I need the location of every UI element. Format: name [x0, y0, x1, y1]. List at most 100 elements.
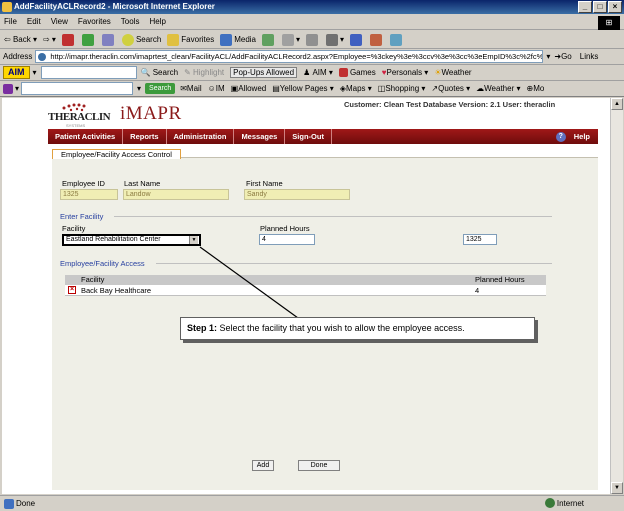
more-label: Mo — [533, 84, 545, 93]
nav-administration[interactable]: Administration — [167, 129, 235, 144]
menu-edit[interactable]: Edit — [27, 17, 41, 26]
vertical-scrollbar[interactable]: ▲ ▼ — [610, 98, 623, 494]
more-button[interactable]: ⊕ Mo — [526, 84, 544, 93]
allowed-label: Allowed — [238, 84, 267, 93]
mail-button[interactable]: ▾ — [282, 33, 300, 46]
page-icon — [4, 498, 14, 509]
yellow-pages-button[interactable]: ▤ Yellow Pages ▾ — [272, 84, 334, 93]
globe-icon — [544, 498, 555, 508]
nav-sign-out[interactable]: Sign-Out — [285, 129, 332, 144]
favorites-label: Favorites — [181, 35, 215, 44]
theraclin-logo: THERACLIN SYSTEMS iMAPR — [48, 101, 208, 128]
stop-button[interactable] — [61, 33, 76, 46]
aim-logo[interactable]: AIM — [3, 66, 30, 79]
aim-weather-button[interactable]: ☀ Weather — [434, 68, 471, 77]
status-bar: Done Internet — [0, 495, 624, 511]
aim-menu-button[interactable]: ♟ AIM ▾ — [303, 68, 333, 77]
done-button[interactable]: Done — [298, 460, 340, 471]
forward-button[interactable]: ⇨ ▾ — [43, 35, 56, 44]
maps-label: Maps — [345, 84, 366, 93]
help-link[interactable]: ? Help — [555, 131, 598, 142]
yahoo-weather-button[interactable]: ☁ Weather ▾ — [476, 84, 520, 93]
discuss-button[interactable] — [350, 33, 364, 46]
employee-id-field: 1325 — [60, 189, 118, 200]
shopping-button[interactable]: ◫ Shopping ▾ — [378, 84, 426, 93]
tab-employee-facility-access[interactable]: Employee/Facility Access Control — [52, 149, 181, 159]
minimize-button[interactable]: _ — [578, 1, 592, 13]
first-name-label: First Name — [246, 179, 283, 188]
popups-allowed-button[interactable]: Pop-Ups Allowed — [230, 67, 298, 78]
edit-button[interactable]: ▾ — [326, 33, 344, 46]
maps-button[interactable]: ◈ Maps ▾ — [340, 84, 372, 93]
main-nav: Patient Activities Reports Administratio… — [48, 129, 598, 144]
media-button[interactable]: Media — [220, 33, 256, 46]
access-section-title: Employee/Facility Access — [60, 259, 145, 268]
favorites-button[interactable]: Favorites — [167, 33, 215, 46]
col-planned-hours: Planned Hours — [475, 275, 525, 284]
planned-hours-input[interactable]: 4 — [259, 234, 315, 245]
address-bar: Address http://imapr.theraclin.com/imapr… — [0, 49, 624, 65]
go-button[interactable]: ➜Go — [554, 52, 571, 61]
col-facility: Facility — [81, 275, 105, 284]
links-button[interactable]: Links — [580, 52, 599, 61]
menu-file[interactable]: File — [4, 17, 17, 26]
employee-id-label: Employee ID — [62, 179, 105, 188]
highlight-button[interactable]: ✎ Highlight — [184, 68, 224, 77]
aim-search-button[interactable]: 🔍 Search — [141, 68, 179, 77]
popup-allowed-button[interactable]: ▣ Allowed — [231, 84, 267, 93]
back-label: Back — [12, 35, 31, 44]
table-row: × Back Bay Healthcare 4 — [65, 285, 546, 296]
close-button[interactable]: × — [608, 1, 622, 13]
employee-id-hidden-field[interactable]: 1325 — [463, 234, 497, 245]
address-dropdown-icon[interactable]: ▾ — [546, 52, 550, 61]
menu-tools[interactable]: Tools — [121, 17, 140, 26]
yahoo-dropdown-icon[interactable]: ▾ — [15, 84, 19, 93]
back-arrow-icon: ⇦ — [4, 35, 11, 44]
research-button[interactable] — [370, 33, 384, 46]
maximize-button[interactable]: □ — [593, 1, 607, 13]
games-button[interactable]: Games — [338, 68, 376, 77]
status-text: Done — [16, 499, 36, 508]
aim-label: AIM — [312, 68, 327, 77]
history-icon — [262, 33, 274, 46]
edit-icon — [326, 33, 339, 46]
refresh-button[interactable] — [81, 33, 96, 46]
yahoo-mail-button[interactable]: ✉ Mail — [180, 84, 201, 93]
yahoo-icon[interactable] — [3, 83, 13, 94]
menu-view[interactable]: View — [51, 17, 68, 26]
back-button[interactable]: ⇦ Back ▾ — [4, 35, 37, 44]
popups-label: Pop-Ups Allowed — [233, 68, 295, 77]
chevron-down-icon[interactable]: ▼ — [189, 236, 198, 244]
aim-toolbar: AIM ▾ 🔍 Search ✎ Highlight Pop-Ups Allow… — [0, 65, 624, 81]
row-facility: Back Bay Healthcare — [81, 286, 152, 295]
address-input[interactable]: http://imapr.theraclin.com/imaprtest_cle… — [35, 50, 544, 63]
quotes-button[interactable]: ↗ Quotes ▾ — [431, 84, 470, 93]
print-button[interactable] — [306, 33, 320, 46]
facility-select[interactable]: Eastland Rehabilitation Center ▼ — [62, 234, 201, 246]
nav-messages[interactable]: Messages — [234, 129, 286, 144]
yahoo-search-input[interactable] — [21, 82, 134, 95]
yahoo-search-dropdown-icon[interactable]: ▾ — [137, 84, 141, 93]
personals-button[interactable]: ♥ Personals ▾ — [382, 68, 429, 77]
security-zone: Internet — [544, 498, 584, 508]
yahoo-im-button[interactable]: ☺ IM — [208, 84, 225, 93]
menu-help[interactable]: Help — [149, 17, 165, 26]
go-label: Go — [561, 52, 572, 61]
yahoo-search-button[interactable]: Search — [145, 83, 176, 94]
nav-patient-activities[interactable]: Patient Activities — [48, 129, 124, 144]
nav-reports[interactable]: Reports — [123, 129, 167, 144]
scroll-down-icon[interactable]: ▼ — [611, 482, 623, 494]
aim-dropdown-icon[interactable]: ▾ — [33, 68, 37, 77]
delete-icon[interactable]: × — [68, 286, 76, 294]
enter-facility-title: Enter Facility — [60, 212, 104, 221]
scroll-up-icon[interactable]: ▲ — [611, 98, 623, 110]
search-button[interactable]: Search — [121, 33, 161, 46]
aim-search-input[interactable] — [40, 66, 137, 79]
add-button[interactable]: Add — [252, 460, 274, 471]
history-button[interactable] — [262, 33, 276, 46]
instruction-callout: Step 1: Select the facility that you wis… — [180, 317, 535, 340]
star-icon — [167, 33, 180, 46]
messenger-button[interactable] — [390, 33, 404, 46]
home-button[interactable] — [101, 33, 116, 46]
menu-favorites[interactable]: Favorites — [78, 17, 111, 26]
